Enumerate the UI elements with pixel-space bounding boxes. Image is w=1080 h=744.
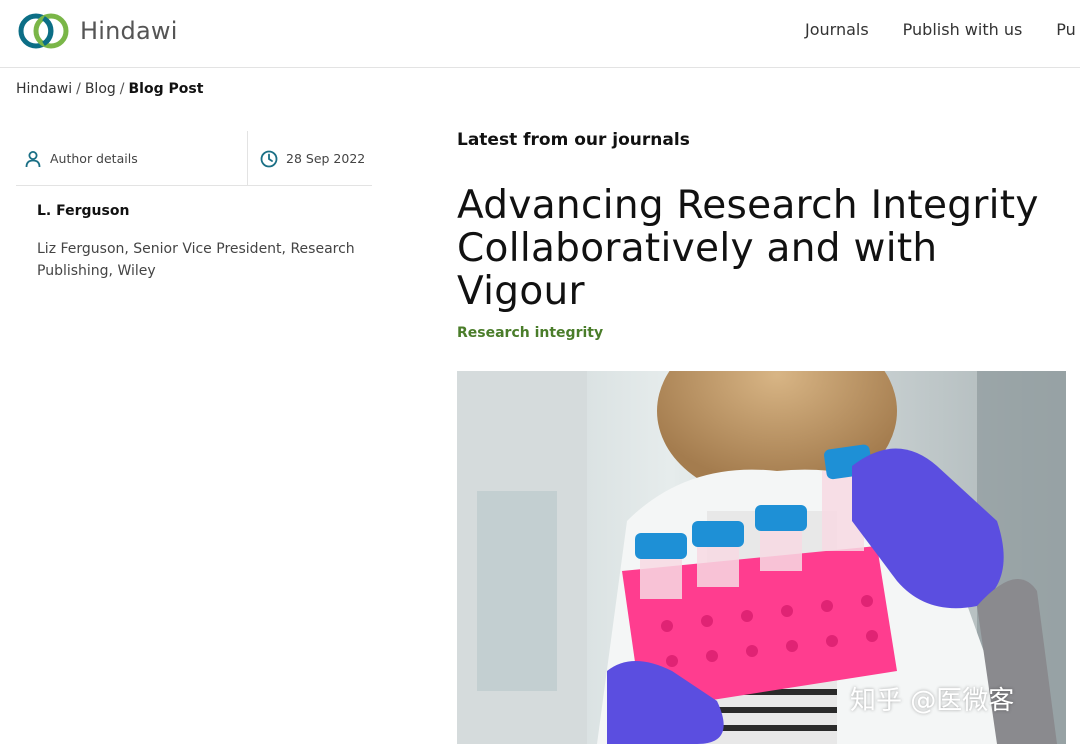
- publish-date: 28 Sep 2022: [249, 131, 372, 186]
- author-details-toggle[interactable]: Author details: [16, 131, 248, 186]
- nav-truncated-item[interactable]: Pu: [1056, 20, 1076, 39]
- section-label: Latest from our journals: [457, 130, 690, 150]
- author-details-label: Author details: [50, 151, 138, 166]
- breadcrumb-hindawi[interactable]: Hindawi: [16, 81, 72, 97]
- breadcrumb-current: Blog Post: [128, 81, 204, 97]
- site-header: Hindawi Journals Publish with us Pu: [0, 0, 1080, 68]
- category-link[interactable]: Research integrity: [457, 325, 603, 341]
- author-name: L. Ferguson: [37, 203, 130, 219]
- breadcrumb-blog[interactable]: Blog: [85, 81, 116, 97]
- page: Hindawi Journals Publish with us Pu Hind…: [0, 0, 1080, 744]
- breadcrumb-separator: /: [76, 81, 81, 97]
- breadcrumb-separator: /: [119, 81, 125, 97]
- article-meta-bar: Author details 28 Sep 2022: [16, 131, 372, 186]
- article-title: Advancing Research Integrity Collaborati…: [457, 183, 1039, 314]
- breadcrumb: Hindawi / Blog / Blog Post: [16, 81, 203, 97]
- date-label: 28 Sep 2022: [286, 151, 366, 166]
- main-nav: Journals Publish with us Pu: [805, 20, 1080, 39]
- hindawi-logo[interactable]: Hindawi: [16, 9, 178, 53]
- logo-text: Hindawi: [80, 17, 178, 45]
- clock-icon: [260, 150, 278, 167]
- nav-publish-with-us[interactable]: Publish with us: [903, 20, 1023, 39]
- person-icon: [25, 150, 41, 167]
- watermark: 知乎 @医微客: [850, 686, 1015, 716]
- nav-journals[interactable]: Journals: [805, 20, 869, 39]
- hindawi-logo-icon: [18, 13, 69, 49]
- author-bio: Liz Ferguson, Senior Vice President, Res…: [37, 241, 355, 279]
